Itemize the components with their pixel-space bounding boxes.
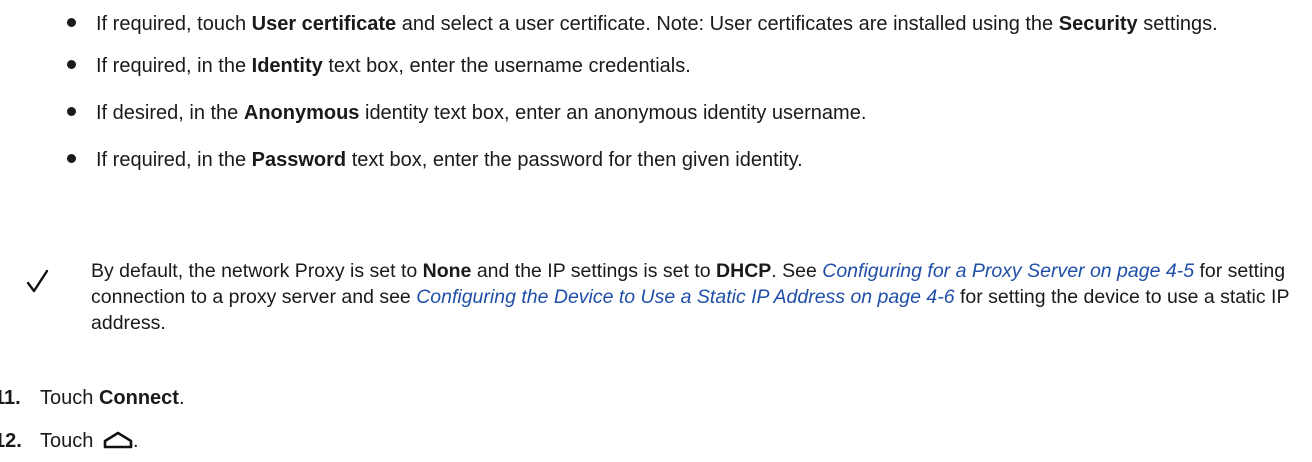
step-segment: Touch bbox=[40, 430, 99, 452]
step-segment: . bbox=[132, 430, 139, 452]
link-static-ip[interactable]: Configuring the Device to Use a Static I… bbox=[416, 286, 954, 308]
step-segment: Touch bbox=[40, 387, 99, 409]
note-bold-term: None bbox=[422, 260, 472, 282]
bullet-dot bbox=[67, 60, 76, 69]
bullet-text: If required, in the bbox=[96, 55, 252, 77]
bullet-text: If desired, in the bbox=[96, 102, 244, 124]
bullet-dot bbox=[67, 107, 76, 116]
step-number: 12. bbox=[0, 430, 22, 452]
step-bold-term: Connect bbox=[98, 387, 179, 409]
bullet-item-identity: If required, in the Identity text box, e… bbox=[66, 51, 1306, 82]
note-segment: . See bbox=[771, 260, 823, 282]
note-segment: and the IP settings is set to bbox=[471, 260, 717, 282]
bullet-dot bbox=[67, 18, 76, 27]
step-text: Touch . bbox=[40, 427, 139, 458]
bullet-text: identity text box, enter an anonymous id… bbox=[359, 102, 867, 124]
note-text: By default, the network Proxy is set to … bbox=[91, 258, 1301, 336]
checkmark-icon bbox=[26, 268, 50, 300]
bullet-text: settings. bbox=[1137, 13, 1218, 35]
step-number: 11. bbox=[0, 387, 21, 409]
step-segment: . bbox=[178, 387, 185, 409]
bullet-item-user-certificate: If required, touch User certificate and … bbox=[66, 9, 1306, 40]
bullet-text: text box, enter the username credentials… bbox=[322, 55, 691, 77]
bullet-bold-term: Password bbox=[251, 149, 347, 171]
step-text: Touch Connect. bbox=[40, 384, 185, 412]
bullet-text: and select a user certificate. Note: Use… bbox=[396, 13, 1059, 35]
bullet-dot bbox=[67, 154, 76, 163]
bullet-bold-term: User certificate bbox=[251, 13, 397, 35]
note-bold-term: DHCP bbox=[716, 260, 772, 282]
bullet-bold-term: Identity bbox=[251, 55, 323, 77]
bullet-list: If required, touch User certificate and … bbox=[66, 0, 1306, 192]
bullet-text: If required, in the bbox=[96, 149, 252, 171]
bullet-text: text box, enter the password for then gi… bbox=[346, 149, 803, 171]
bullet-bold-term: Anonymous bbox=[243, 102, 360, 124]
link-proxy-server[interactable]: Configuring for a Proxy Server on page 4… bbox=[822, 260, 1194, 282]
bullet-item-anonymous: If desired, in the Anonymous identity te… bbox=[66, 98, 1306, 129]
home-icon bbox=[103, 430, 133, 458]
note-segment: By default, the network Proxy is set to bbox=[91, 260, 423, 282]
bullet-item-password: If required, in the Password text box, e… bbox=[66, 145, 1306, 176]
bullet-text: If required, touch bbox=[96, 13, 252, 35]
bullet-bold-term: Security bbox=[1058, 13, 1138, 35]
